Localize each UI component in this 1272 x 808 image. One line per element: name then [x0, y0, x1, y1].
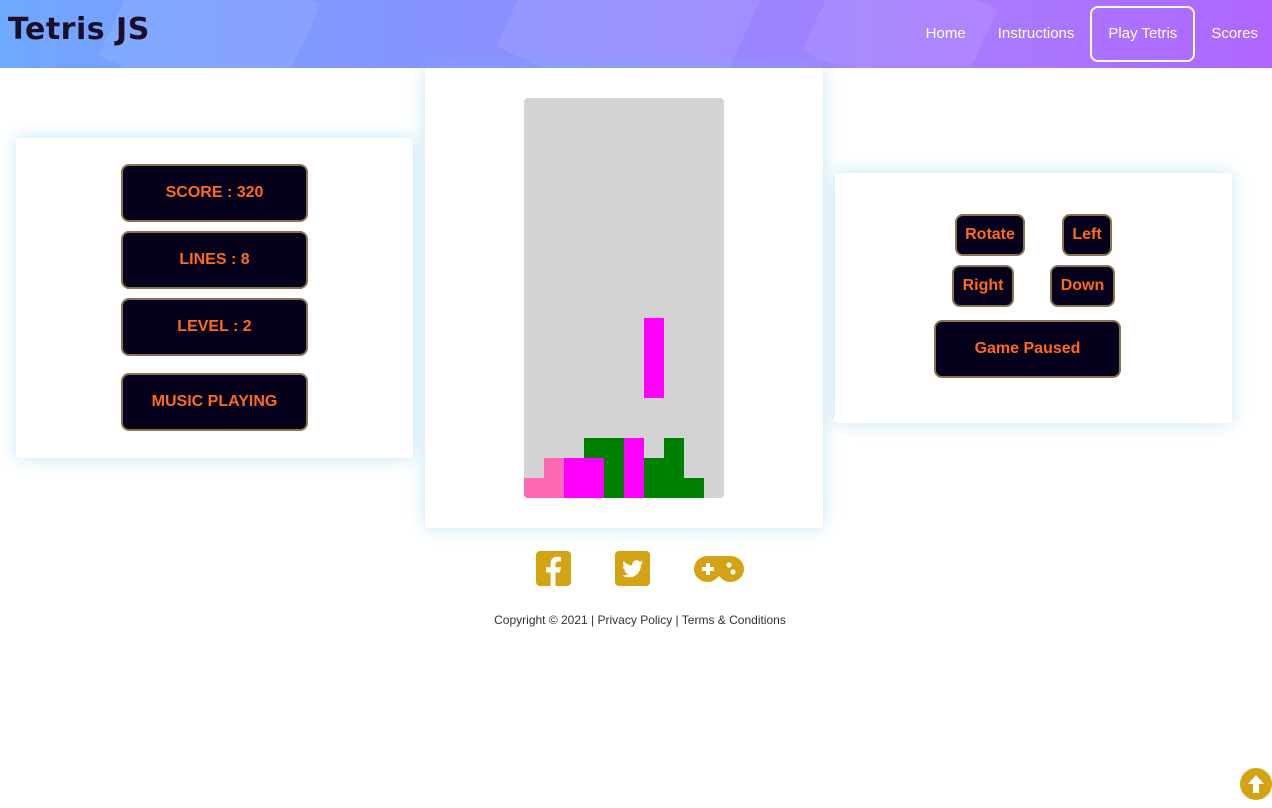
twitter-icon[interactable] — [615, 551, 650, 586]
stats-panel: SCORE : 320 LINES : 8 LEVEL : 2 MUSIC PL… — [16, 138, 413, 458]
nav-play-tetris[interactable]: Play Tetris — [1090, 5, 1196, 62]
controls-panel: Rotate Left Right Down Game Paused — [835, 173, 1232, 423]
board-block — [564, 458, 584, 478]
terms-link[interactable]: Terms & Conditions — [682, 613, 786, 627]
gamepad-icon[interactable] — [694, 555, 744, 583]
board-block — [644, 378, 664, 398]
scroll-to-top-button[interactable] — [1240, 768, 1272, 800]
board-block — [584, 478, 604, 498]
board-block — [644, 318, 664, 338]
board-block — [604, 438, 624, 458]
left-button[interactable]: Left — [1062, 214, 1112, 256]
board-block — [644, 458, 664, 478]
board-block — [624, 478, 644, 498]
down-button[interactable]: Down — [1050, 265, 1115, 307]
score-display: SCORE : 320 — [121, 164, 308, 222]
board-block — [524, 478, 544, 498]
board-block — [644, 478, 664, 498]
board-block — [544, 458, 564, 478]
board-block — [584, 458, 604, 478]
board-block — [624, 438, 644, 458]
nav-instructions[interactable]: Instructions — [982, 6, 1091, 62]
board-block — [644, 338, 664, 358]
nav-scores[interactable]: Scores — [1195, 6, 1272, 62]
board-block — [564, 478, 584, 498]
main-nav: Home Instructions Play Tetris Scores — [910, 5, 1272, 62]
lines-display: LINES : 8 — [121, 231, 308, 289]
arrow-up-icon — [1248, 775, 1264, 793]
board-block — [604, 458, 624, 478]
header-decoration — [496, 0, 764, 68]
privacy-policy-link[interactable]: Privacy Policy — [598, 613, 673, 627]
level-display: LEVEL : 2 — [121, 298, 308, 356]
board-block — [604, 478, 624, 498]
right-button[interactable]: Right — [952, 265, 1014, 307]
board-block — [664, 438, 684, 458]
facebook-icon[interactable] — [536, 551, 571, 586]
nav-home[interactable]: Home — [910, 6, 982, 62]
board-block — [684, 478, 704, 498]
board-block — [664, 458, 684, 478]
footer: Copyright © 2021 | Privacy Policy | Term… — [0, 613, 1272, 627]
footer-separator: | — [675, 613, 679, 627]
music-toggle-button[interactable]: MUSIC PLAYING — [121, 373, 308, 431]
copyright-text: Copyright © 2021 — [494, 613, 588, 627]
rotate-button[interactable]: Rotate — [955, 214, 1025, 256]
board-block — [624, 458, 644, 478]
pause-button[interactable]: Game Paused — [934, 320, 1121, 378]
board-block — [644, 358, 664, 378]
site-header: Tetris JS Home Instructions Play Tetris … — [0, 0, 1272, 68]
tetris-board — [524, 98, 724, 498]
footer-separator: | — [591, 613, 595, 627]
board-block — [544, 478, 564, 498]
brand-logo[interactable]: Tetris JS — [8, 12, 150, 47]
board-block — [584, 438, 604, 458]
board-block — [664, 478, 684, 498]
